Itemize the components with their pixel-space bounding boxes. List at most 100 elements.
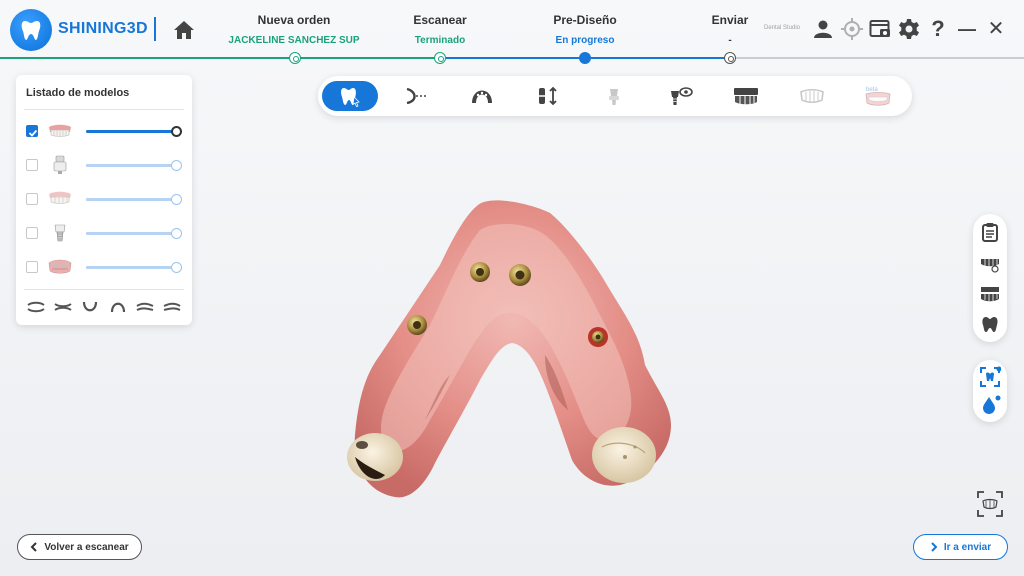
panel-divider [24, 289, 184, 290]
model-row-1 [24, 121, 184, 141]
order-info-button[interactable] [978, 220, 1002, 244]
checkmark-icon [28, 129, 38, 137]
tool-abutment[interactable] [586, 81, 642, 111]
crosshair-icon [841, 18, 863, 40]
panel-divider [24, 109, 184, 110]
slider-fill [86, 232, 176, 235]
help-button[interactable]: ? [926, 17, 950, 41]
implant-view-icon [671, 87, 693, 105]
step-status: En progreso [555, 35, 615, 46]
water-drop-icon [983, 395, 1001, 414]
chevron-right-icon [931, 542, 938, 552]
view-back-icon[interactable] [53, 299, 73, 315]
slider-fill [86, 198, 176, 201]
back-to-scan-button[interactable]: Volver a escanear [17, 534, 142, 560]
lower-jaw-icon [981, 287, 999, 302]
upper-jaw-button[interactable] [978, 252, 1002, 276]
implant-icon [54, 224, 66, 242]
model-row-2 [24, 155, 184, 175]
model-checkbox-2[interactable] [26, 159, 38, 171]
step-dot-3 [579, 52, 591, 64]
arch-textured-icon [48, 259, 72, 274]
color-texture-button[interactable] [978, 393, 1002, 417]
clipboard-icon [982, 223, 998, 242]
reset-view-button[interactable] [976, 490, 1004, 518]
smile-beta-icon: beta [865, 87, 891, 106]
home-icon [174, 21, 194, 39]
model-checkbox-1[interactable] [26, 125, 38, 137]
tool-tooth-adjust[interactable] [520, 81, 576, 111]
progress-pending-line [730, 57, 1024, 59]
step-status: - [728, 35, 732, 46]
step-dot-2 [434, 52, 446, 64]
slider-fill [86, 266, 176, 269]
jaw-scan-3d-model[interactable] [340, 195, 680, 510]
tool-dentition-bar[interactable] [718, 81, 774, 111]
tooth-icon [982, 317, 998, 332]
settings-button[interactable] [897, 17, 921, 41]
tool-smile-beta[interactable]: beta [850, 81, 906, 111]
side-view-panel [973, 360, 1007, 422]
slider-fill [86, 164, 176, 167]
lower-jaw-button[interactable] [978, 282, 1002, 306]
abutment-icon [609, 89, 619, 105]
top-header: SHINING3D Nueva orden JACKELINE SANCHEZ … [0, 0, 1024, 66]
step-nueva-orden[interactable]: Nueva orden JACKELINE SANCHEZ SUP [214, 13, 374, 46]
tool-dentition-outline[interactable] [784, 81, 840, 111]
trim-cut-icon [406, 87, 427, 105]
arch-icon [472, 90, 492, 104]
slider-knob[interactable] [171, 126, 182, 137]
go-to-send-button[interactable]: Ir a enviar [913, 534, 1008, 560]
model-checkbox-5[interactable] [26, 261, 38, 273]
view-top-icon[interactable] [108, 299, 128, 315]
home-button[interactable] [172, 18, 196, 42]
dentition-outline-icon [800, 88, 824, 104]
model-row-4 [24, 223, 184, 243]
molar-right[interactable] [592, 427, 656, 483]
model-checkbox-3[interactable] [26, 193, 38, 205]
model-opacity-slider-4[interactable] [86, 228, 182, 239]
slider-knob[interactable] [171, 228, 182, 239]
model-opacity-slider-5[interactable] [86, 262, 182, 273]
slider-knob[interactable] [171, 160, 182, 171]
view-right-icon[interactable] [162, 299, 182, 315]
brand-name: SHINING3D [58, 20, 148, 37]
tooth-logo-icon [21, 21, 41, 40]
minimize-button[interactable]: — [955, 17, 979, 41]
view-orientation-row [26, 299, 182, 315]
tool-tooth-selection[interactable] [322, 81, 378, 111]
tooth-selection-icon [341, 88, 360, 107]
step-title: Nueva orden [257, 13, 331, 27]
gear-icon [899, 19, 919, 39]
window-camera-icon [869, 20, 890, 37]
side-tools-panel [973, 214, 1007, 342]
next-label: Ir a enviar [943, 541, 992, 553]
slider-fill [86, 130, 176, 133]
user-button[interactable] [811, 17, 835, 41]
model-row-5 [24, 257, 184, 277]
step-pre-diseno[interactable]: Pre-Diseño En progreso [505, 13, 665, 46]
screenshot-button[interactable] [868, 17, 892, 41]
back-label: Volver a escanear [44, 541, 129, 553]
dentition-icon [49, 191, 71, 204]
slider-knob[interactable] [171, 262, 182, 273]
tool-arch[interactable] [454, 81, 510, 111]
step-escanear[interactable]: Escanear Terminado [360, 13, 520, 46]
model-opacity-slider-2[interactable] [86, 160, 182, 171]
slider-knob[interactable] [171, 194, 182, 205]
target-button[interactable] [840, 17, 864, 41]
view-front-icon[interactable] [26, 299, 46, 315]
model-opacity-slider-3[interactable] [86, 194, 182, 205]
view-bottom-icon[interactable] [80, 299, 100, 315]
tool-implant-view[interactable] [652, 81, 708, 111]
tooth-view-button[interactable] [978, 312, 1002, 336]
close-icon: ✕ [987, 18, 1005, 40]
model-opacity-slider-1[interactable] [86, 126, 182, 137]
focus-view-button[interactable] [978, 365, 1002, 389]
view-left-icon[interactable] [135, 299, 155, 315]
model-checkbox-4[interactable] [26, 227, 38, 239]
tool-trim-cut[interactable] [388, 81, 444, 111]
tooth-adjust-icon [539, 86, 557, 106]
close-button[interactable]: ✕ [984, 17, 1008, 41]
model-row-3 [24, 189, 184, 209]
